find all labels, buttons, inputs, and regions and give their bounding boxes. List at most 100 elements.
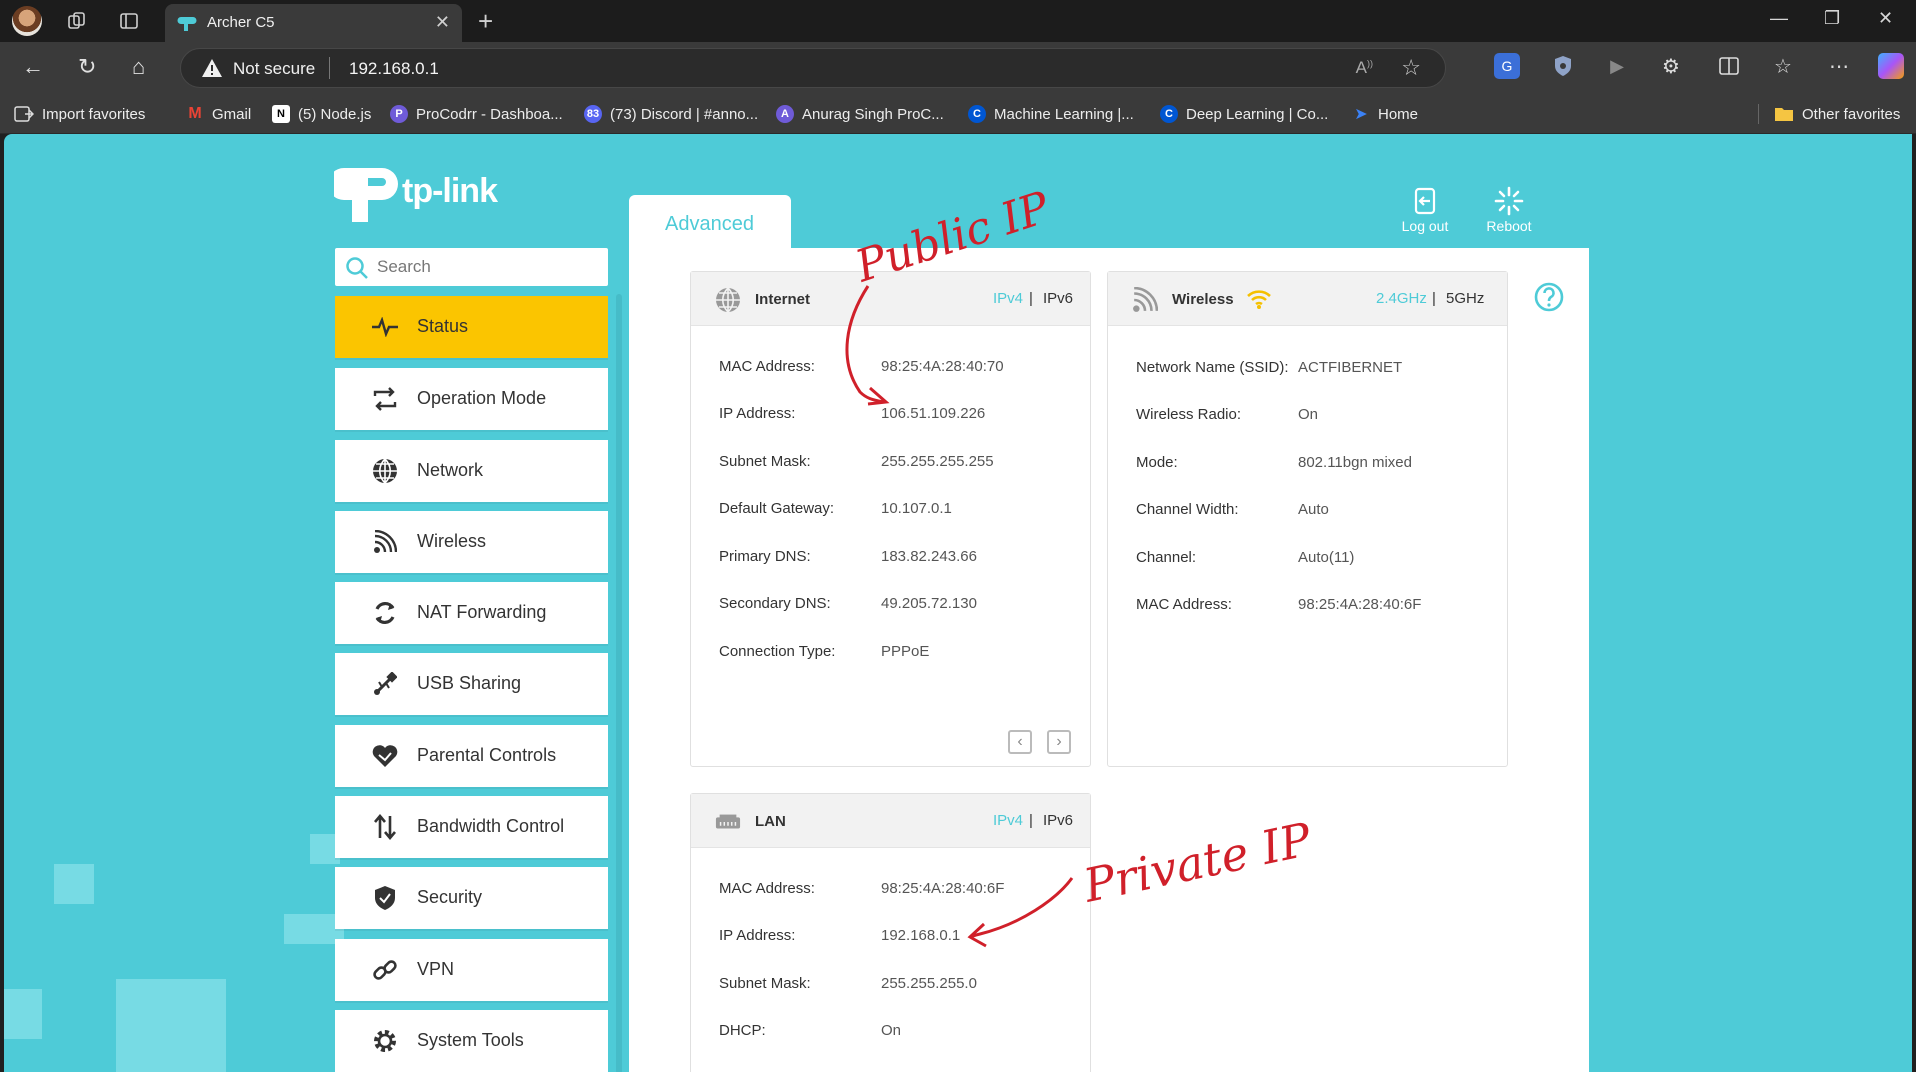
copilot-icon[interactable] (1878, 53, 1904, 79)
menu-item-parental-controls[interactable]: Parental Controls (335, 725, 608, 787)
restore-icon[interactable]: ❐ (1824, 8, 1840, 29)
gmail-icon: M (188, 105, 202, 122)
refresh-icon[interactable]: ↻ (78, 54, 96, 80)
vertical-tabs-icon[interactable] (116, 8, 142, 34)
workspaces-icon[interactable] (64, 8, 90, 34)
tplink-favicon-icon (177, 17, 197, 31)
status-pulse-icon (371, 313, 399, 341)
menu-search[interactable] (335, 248, 608, 286)
bookmark-nodejs[interactable]: N (5) Node.js (272, 103, 371, 125)
tab-advanced[interactable]: Advanced (629, 195, 791, 253)
lan-ipv6-toggle[interactable]: IPv6 (1043, 812, 1073, 829)
menu-item-status[interactable]: Status (335, 296, 608, 358)
url-text[interactable]: 192.168.0.1 (349, 59, 439, 79)
prev-page-button[interactable]: ‹ (1008, 730, 1032, 754)
import-icon (14, 106, 34, 122)
notion-icon: N (272, 105, 290, 123)
profile-avatar[interactable] (12, 6, 42, 36)
logout-icon (1414, 187, 1436, 215)
private-ip-value: 192.168.0.1 (881, 927, 961, 944)
ethernet-port-icon (715, 814, 741, 829)
internet-ipv4-toggle[interactable]: IPv4 (993, 290, 1023, 307)
translate-extension-icon[interactable]: G (1494, 53, 1520, 79)
bookmark-procodrr[interactable]: P ProCodrr - Dashboa... (390, 103, 563, 125)
menu-item-wireless[interactable]: Wireless (335, 511, 608, 573)
split-screen-icon[interactable] (1716, 53, 1742, 79)
browser-tab-bar: Archer C5 ✕ + — ❐ ✕ (0, 0, 1916, 42)
home-icon[interactable]: ⌂ (132, 54, 145, 80)
bookmark-deep-learning[interactable]: C Deep Learning | Co... (1160, 103, 1328, 125)
back-arrow-icon[interactable]: ← (22, 54, 44, 80)
toggle-separator: | (1029, 290, 1033, 307)
bandwidth-icon (371, 813, 399, 841)
avatar-icon: A (776, 105, 794, 123)
band-5ghz-toggle[interactable]: 5GHz (1446, 290, 1484, 307)
coursera-icon: C (1160, 105, 1178, 123)
heart-icon (371, 742, 399, 770)
public-ip-value: 106.51.109.226 (881, 405, 986, 422)
operation-mode-icon (371, 385, 399, 413)
menu-item-nat-forwarding[interactable]: NAT Forwarding (335, 582, 608, 644)
address-bar[interactable]: Not secure 192.168.0.1 A)) ☆ (180, 48, 1446, 88)
minimize-icon[interactable]: — (1770, 8, 1788, 29)
bookmark-discord[interactable]: 83 (73) Discord | #anno... (584, 103, 758, 125)
bookmark-machine-learning[interactable]: C Machine Learning |... (968, 103, 1134, 125)
warning-icon[interactable] (201, 58, 223, 78)
browser-tab-active[interactable]: Archer C5 ✕ (165, 4, 462, 42)
new-tab-button[interactable]: + (478, 6, 493, 37)
bookmark-anurag[interactable]: A Anurag Singh ProC... (776, 103, 944, 125)
gear-icon (371, 1027, 399, 1055)
usb-icon (371, 670, 399, 698)
address-separator (329, 57, 330, 79)
play-extension-icon[interactable]: ▶ (1604, 53, 1630, 79)
next-page-button[interactable]: › (1047, 730, 1071, 754)
extensions-puzzle-icon[interactable]: ⚙ (1658, 53, 1684, 79)
bookmarks-bar: Import favorites M Gmail N (5) Node.js P… (0, 94, 1916, 134)
globe-icon (716, 287, 740, 313)
wifi-signal-icon (1247, 290, 1271, 309)
shield-extension-icon[interactable] (1550, 53, 1576, 79)
more-menu-icon[interactable]: ⋯ (1826, 53, 1852, 79)
menu-scrollbar[interactable] (616, 294, 622, 1072)
internet-ipv6-toggle[interactable]: IPv6 (1043, 290, 1073, 307)
not-secure-label[interactable]: Not secure (233, 59, 315, 79)
close-tab-icon[interactable]: ✕ (435, 12, 450, 33)
coursera-icon: C (968, 105, 986, 123)
bookmark-gmail[interactable]: M Gmail (186, 103, 251, 125)
vpn-icon (371, 956, 399, 984)
toggle-separator: | (1029, 812, 1033, 829)
menu-item-bandwidth-control[interactable]: Bandwidth Control (335, 796, 608, 858)
menu-item-usb-sharing[interactable]: USB Sharing (335, 653, 608, 715)
router-admin-page: tp-link Status Operation Mode Network Wi… (4, 134, 1912, 1072)
decor-square (116, 979, 226, 1072)
reboot-icon (1494, 186, 1524, 216)
menu-item-security[interactable]: Security (335, 867, 608, 929)
bookmark-import-favorites[interactable]: Import favorites (14, 103, 145, 125)
logout-button[interactable]: Log out (1390, 186, 1460, 234)
folder-icon (1775, 108, 1793, 121)
read-aloud-icon[interactable]: A)) (1356, 58, 1373, 78)
internet-card-header: Internet IPv4 | IPv6 (691, 272, 1090, 326)
favorite-star-icon[interactable]: ☆ (1401, 55, 1421, 81)
lan-card-header: LAN IPv4 | IPv6 (691, 794, 1090, 848)
menu-item-vpn[interactable]: VPN (335, 939, 608, 1001)
menu-item-system-tools[interactable]: System Tools (335, 1010, 608, 1072)
bookmarks-separator (1758, 104, 1759, 124)
menu-item-network[interactable]: Network (335, 440, 608, 502)
band-24ghz-toggle[interactable]: 2.4GHz (1376, 290, 1427, 307)
tab-title: Archer C5 (207, 14, 275, 31)
close-window-icon[interactable]: ✕ (1878, 8, 1893, 29)
favorites-list-icon[interactable]: ☆ (1770, 53, 1796, 79)
lan-ipv4-toggle[interactable]: IPv4 (993, 812, 1023, 829)
bookmark-home[interactable]: ➤ Home (1352, 103, 1418, 125)
wireless-card-header: Wireless 2.4GHz | 5GHz (1108, 272, 1507, 326)
decor-square (4, 989, 42, 1039)
procodrr-icon: P (390, 105, 408, 123)
reboot-button[interactable]: Reboot (1474, 186, 1544, 234)
help-icon[interactable] (1534, 282, 1564, 312)
bookmark-other-favorites[interactable]: Other favorites (1774, 103, 1900, 125)
discord-icon: 83 (584, 105, 602, 123)
search-icon (346, 257, 368, 279)
menu-item-operation-mode[interactable]: Operation Mode (335, 368, 608, 430)
search-input[interactable] (377, 255, 597, 279)
